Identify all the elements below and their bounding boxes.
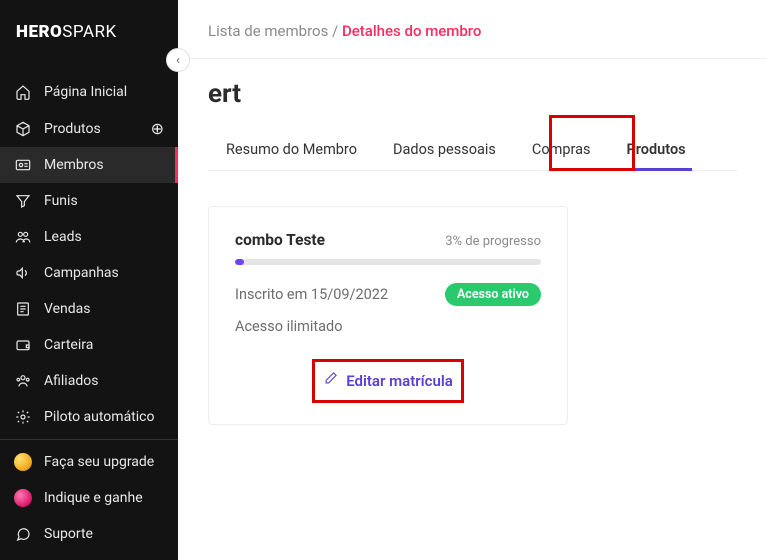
sidebar-item-wallet[interactable]: Carteira — [0, 327, 178, 363]
sidebar-item-support[interactable]: Suporte — [0, 516, 178, 552]
tabs: Resumo do Membro Dados pessoais Compras … — [208, 131, 737, 171]
sidebar-item-funnels[interactable]: Funis — [0, 183, 178, 219]
funnel-icon — [14, 192, 32, 210]
sidebar-item-label: Campanhas — [44, 265, 164, 281]
sidebar-item-label: Página Inicial — [44, 84, 164, 100]
progress-text: 3% de progresso — [445, 234, 541, 249]
card-header: combo Teste 3% de progresso — [235, 231, 541, 249]
box-icon — [14, 120, 32, 138]
sidebar-item-label: Faça seu upgrade — [44, 454, 154, 470]
enrollment-row: Inscrito em 15/09/2022 Acesso ativo — [235, 283, 541, 306]
chevron-left-icon: ‹ — [176, 53, 180, 68]
members-icon — [14, 156, 32, 174]
plus-icon[interactable]: ⊕ — [151, 119, 164, 138]
sidebar-item-label: Produtos — [44, 121, 151, 137]
access-type: Acesso ilimitado — [235, 318, 541, 335]
people-icon — [14, 228, 32, 246]
tab-member-summary[interactable]: Resumo do Membro — [208, 131, 375, 170]
sidebar-item-label: Afiliados — [44, 373, 164, 389]
product-card: combo Teste 3% de progresso Inscrito em … — [208, 206, 568, 425]
sidebar-item-home[interactable]: Página Inicial — [0, 74, 178, 110]
pencil-icon — [323, 371, 338, 390]
receipt-icon — [14, 300, 32, 318]
tab-purchases[interactable]: Compras — [514, 131, 609, 170]
sidebar-item-label: Piloto automático — [44, 409, 164, 425]
page-title: ert — [208, 79, 737, 109]
group-icon — [14, 372, 32, 390]
megaphone-icon — [14, 264, 32, 282]
sidebar: HEROSPARK ‹ Página Inicial Produtos ⊕ Me… — [0, 0, 178, 560]
sidebar-item-campaigns[interactable]: Campanhas — [0, 255, 178, 291]
chat-icon — [14, 525, 32, 543]
enrolled-date: Inscrito em 15/09/2022 — [235, 286, 388, 303]
collapse-sidebar-button[interactable]: ‹ — [166, 48, 190, 72]
progress-bar — [235, 259, 541, 265]
sidebar-item-upgrade[interactable]: Faça seu upgrade — [0, 444, 178, 480]
sidebar-item-label: Suporte — [44, 526, 93, 542]
edit-enrollment-button[interactable]: Editar matrícula — [303, 359, 473, 402]
nav: Página Inicial Produtos ⊕ Membros Funis … — [0, 74, 178, 552]
sidebar-item-label: Vendas — [44, 301, 164, 317]
breadcrumb-parent[interactable]: Lista de membros — [208, 22, 328, 40]
home-icon — [14, 83, 32, 101]
sidebar-item-members[interactable]: Membros — [0, 147, 178, 183]
content: ert Resumo do Membro Dados pessoais Comp… — [178, 59, 767, 445]
breadcrumb-separator: / — [328, 22, 342, 40]
sidebar-item-invite[interactable]: Indique e ganhe — [0, 480, 178, 516]
sidebar-item-sales[interactable]: Vendas — [0, 291, 178, 327]
edit-wrapper: Editar matrícula — [235, 359, 541, 402]
breadcrumb-current: Detalhes do membro — [342, 22, 481, 40]
sidebar-item-leads[interactable]: Leads — [0, 219, 178, 255]
logo-spark: SPARK — [62, 22, 116, 42]
sidebar-item-products[interactable]: Produtos ⊕ — [0, 110, 178, 147]
gear-icon — [14, 408, 32, 426]
sidebar-item-label: Leads — [44, 229, 164, 245]
sidebar-item-label: Carteira — [44, 337, 164, 353]
edit-label: Editar matrícula — [346, 372, 453, 390]
main: Lista de membros / Detalhes do membro er… — [178, 0, 767, 560]
sidebar-item-label: Indique e ganhe — [44, 490, 143, 506]
sidebar-item-label: Membros — [44, 157, 164, 173]
product-title: combo Teste — [235, 231, 325, 249]
tab-personal-data[interactable]: Dados pessoais — [375, 131, 514, 170]
status-badge: Acesso ativo — [445, 283, 541, 306]
sidebar-item-autopilot[interactable]: Piloto automático — [0, 399, 178, 435]
divider — [0, 439, 178, 440]
breadcrumb: Lista de membros / Detalhes do membro — [178, 0, 767, 59]
progress-fill — [235, 259, 244, 265]
sidebar-item-label: Funis — [44, 193, 164, 209]
logo-hero: HERO — [16, 22, 62, 42]
tab-products[interactable]: Produtos — [608, 131, 703, 170]
sidebar-item-affiliates[interactable]: Afiliados — [0, 363, 178, 399]
logo[interactable]: HEROSPARK — [0, 0, 178, 64]
upgrade-icon — [14, 453, 32, 471]
gift-icon — [14, 489, 32, 507]
wallet-icon — [14, 336, 32, 354]
